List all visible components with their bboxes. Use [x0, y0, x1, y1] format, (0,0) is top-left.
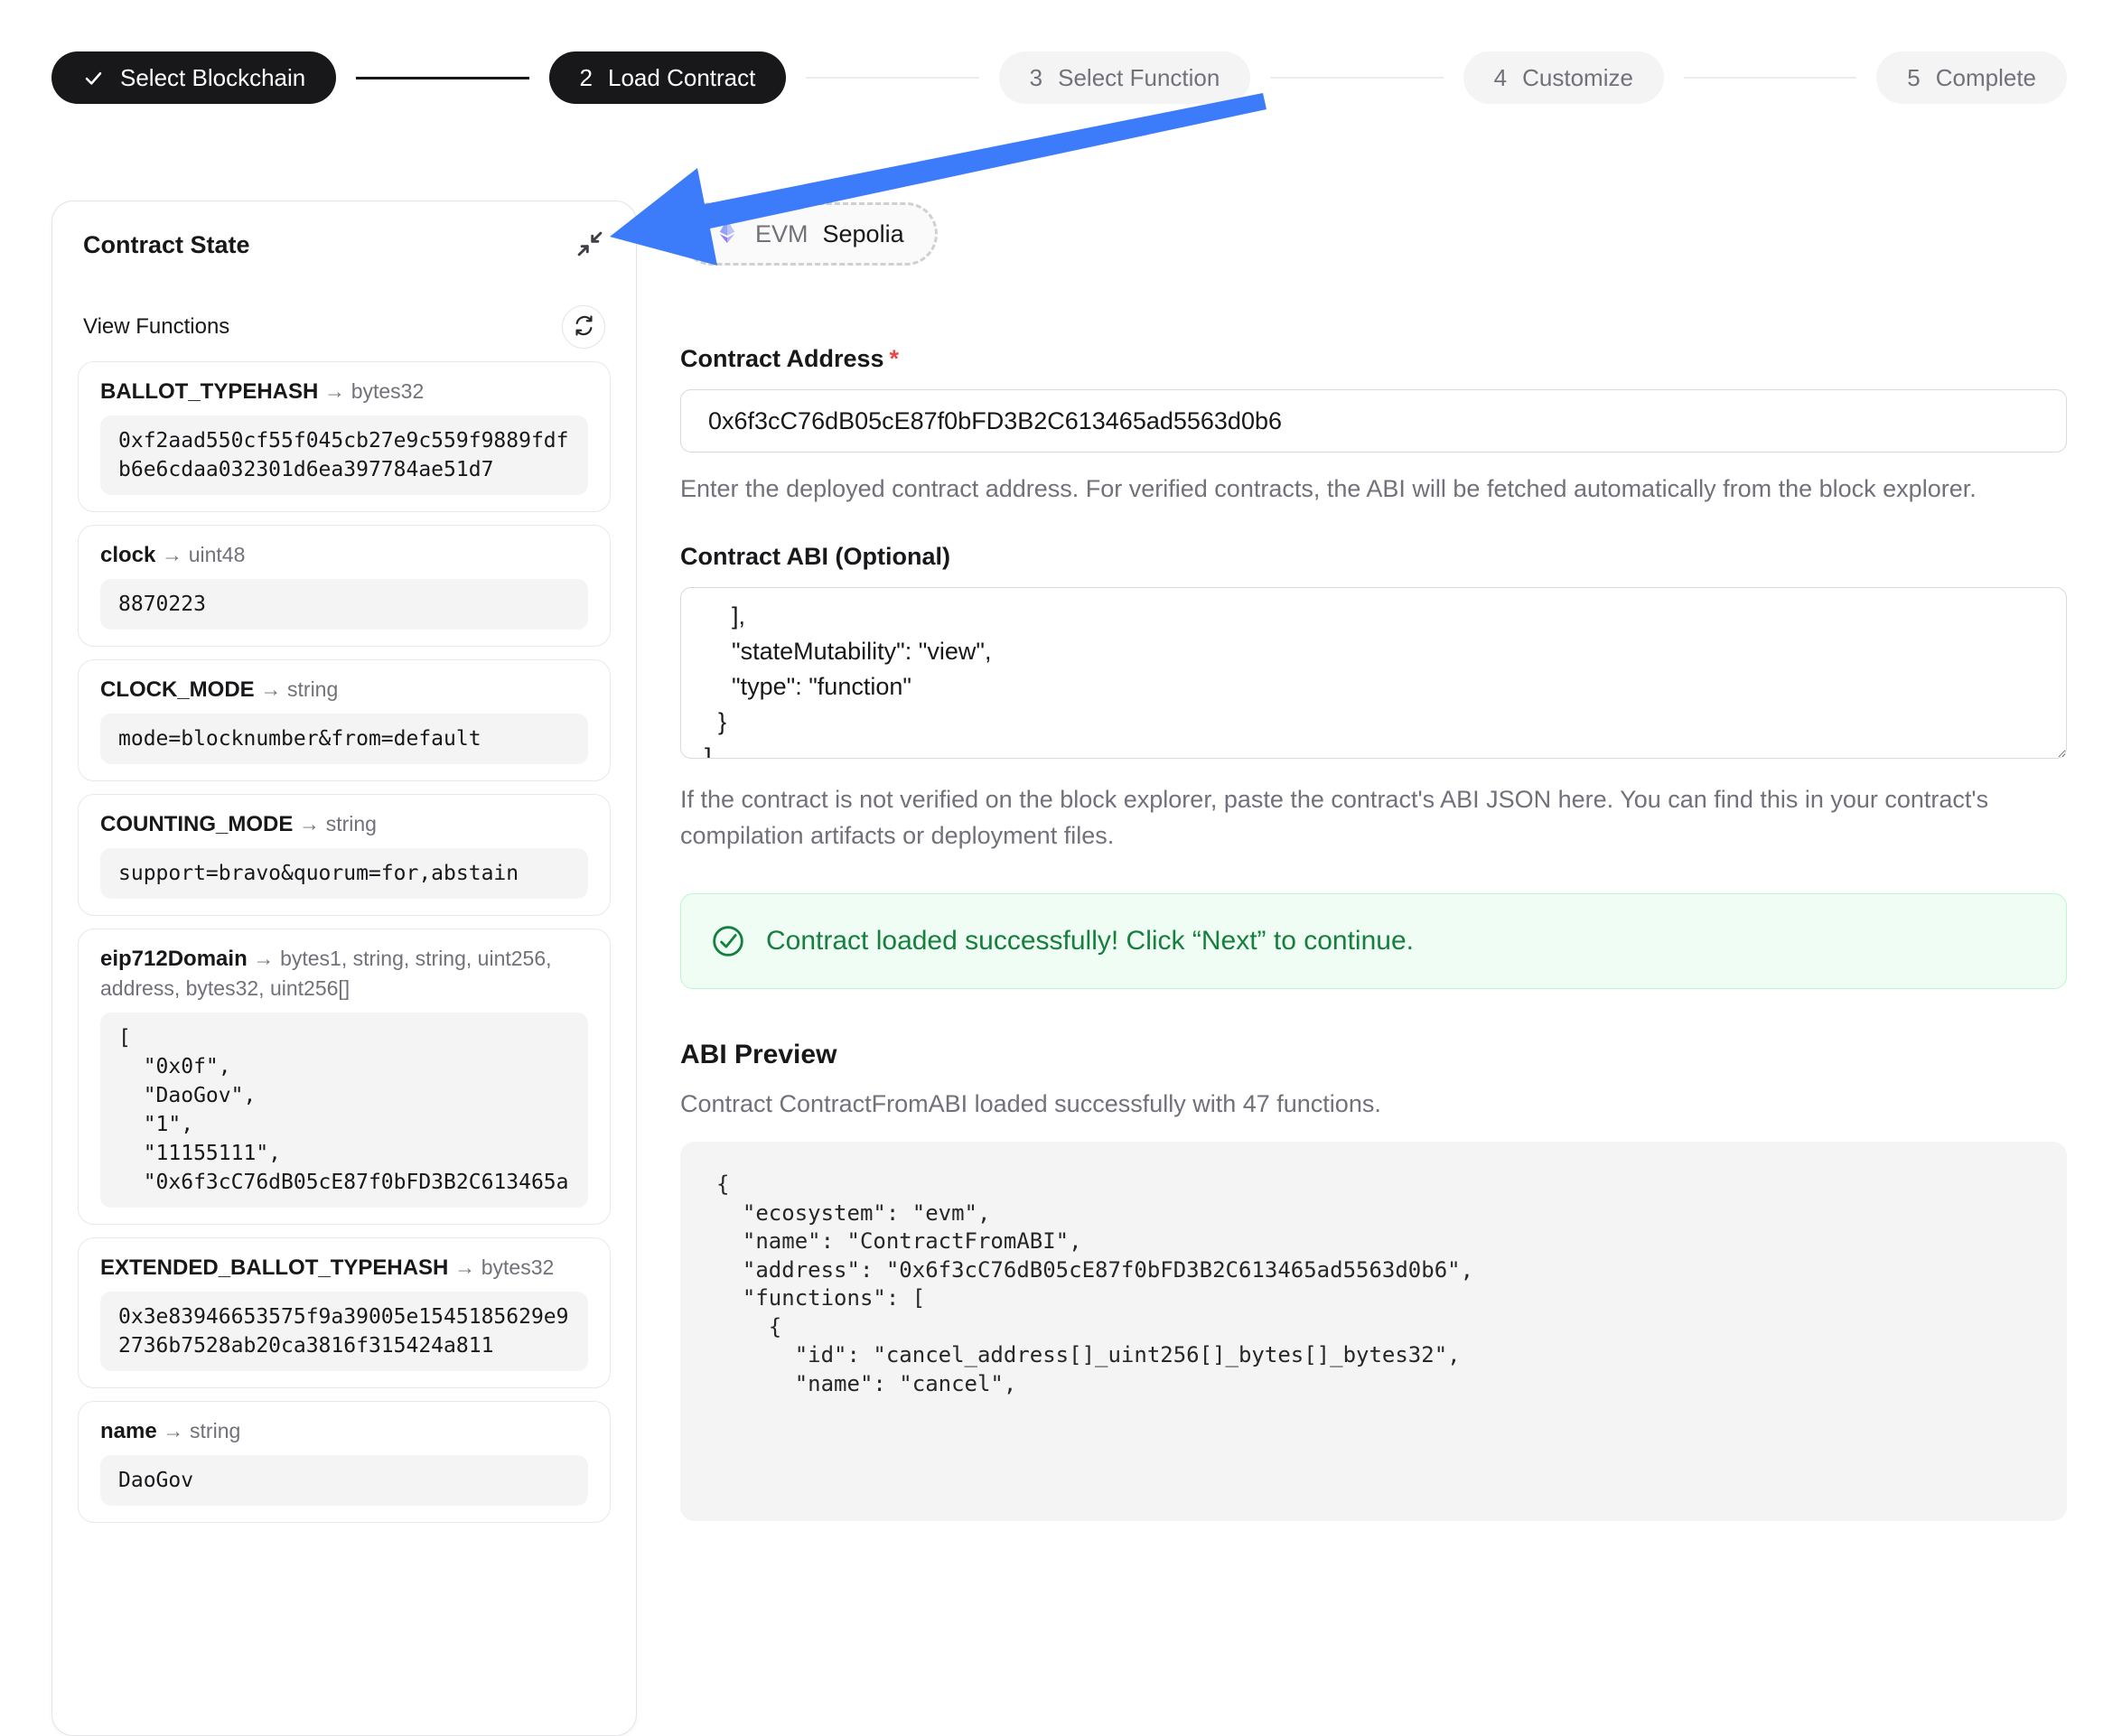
- step-number: 2: [580, 64, 593, 92]
- function-signature: CLOCK_MODE → string: [100, 675, 588, 705]
- step-label: Complete: [1936, 64, 2036, 92]
- function-return-type: string: [190, 1419, 240, 1442]
- wizard-stepper: Select Blockchain 2 Load Contract 3 Sele…: [51, 51, 2067, 104]
- returns-arrow: →: [454, 1255, 475, 1279]
- function-return-type: uint48: [189, 543, 246, 566]
- contract-address-input[interactable]: [680, 389, 2067, 453]
- step-label: Customize: [1522, 64, 1633, 92]
- abi-preview-code: { "ecosystem": "evm", "name": "ContractF…: [680, 1142, 2067, 1521]
- function-signature: name → string: [100, 1416, 588, 1446]
- function-card: COUNTING_MODE → string support=bravo&quo…: [78, 794, 611, 916]
- function-card: eip712Domain → bytes1, string, string, u…: [78, 929, 611, 1225]
- returns-arrow: →: [299, 812, 320, 835]
- step-connector: [356, 77, 528, 79]
- function-signature: EXTENDED_BALLOT_TYPEHASH → bytes32: [100, 1253, 588, 1283]
- function-name: COUNTING_MODE: [100, 812, 293, 836]
- abi-preview-subtitle: Contract ContractFromABI loaded successf…: [680, 1090, 2067, 1118]
- collapse-panel-button[interactable]: [575, 229, 605, 262]
- required-marker: *: [890, 345, 900, 372]
- step-pill[interactable]: 4 Customize: [1463, 51, 1664, 104]
- function-card: EXTENDED_BALLOT_TYPEHASH → bytes32 0x3e8…: [78, 1237, 611, 1388]
- step-connector: [1684, 77, 1856, 79]
- function-return-type: string: [326, 812, 377, 835]
- function-value: mode=blocknumber&from=default: [100, 714, 588, 764]
- check-icon: [82, 67, 105, 89]
- step-number: 5: [1907, 64, 1920, 92]
- refresh-functions-button[interactable]: [562, 305, 605, 349]
- function-card: BALLOT_TYPEHASH → bytes32 0xf2aad550cf55…: [78, 361, 611, 512]
- step-pill[interactable]: 2 Load Contract: [549, 51, 787, 104]
- step-label: Load Contract: [608, 64, 755, 92]
- returns-arrow: →: [163, 1419, 183, 1442]
- function-value: 0xf2aad550cf55f045cb27e9c559f9889fdfb6e6…: [100, 415, 588, 495]
- network-badge[interactable]: EVM Sepolia: [680, 202, 938, 266]
- function-card: clock → uint48 8870223: [78, 525, 611, 647]
- function-name: BALLOT_TYPEHASH: [100, 379, 318, 404]
- contract-address-label: Contract Address*: [680, 345, 2067, 373]
- function-value: 0x3e83946653575f9a39005e1545185629e92736…: [100, 1292, 588, 1371]
- function-signature: eip712Domain → bytes1, string, string, u…: [100, 944, 588, 1003]
- function-value: support=bravo&quorum=for,abstain: [100, 848, 588, 899]
- load-contract-form: EVM Sepolia Contract Address* Enter the …: [680, 201, 2067, 1521]
- success-alert: Contract loaded successfully! Click “Nex…: [680, 893, 2067, 989]
- step-pill[interactable]: 5 Complete: [1876, 51, 2067, 104]
- view-functions-label: View Functions: [83, 314, 229, 340]
- function-value: 8870223: [100, 579, 588, 630]
- badge-network: Sepolia: [823, 220, 904, 248]
- step-label: Select Blockchain: [120, 64, 305, 92]
- contract-state-panel: Contract State View Functions: [51, 201, 637, 1736]
- refresh-icon: [572, 313, 596, 341]
- returns-arrow: →: [253, 947, 274, 970]
- badge-ecosystem: EVM: [755, 220, 808, 248]
- ethereum-icon: [714, 218, 741, 251]
- abi-preview-title: ABI Preview: [680, 1040, 2067, 1070]
- success-message: Contract loaded successfully! Click “Nex…: [766, 926, 1414, 957]
- contract-abi-textarea[interactable]: ], "stateMutability": "view", "type": "f…: [680, 587, 2067, 759]
- check-circle-icon: [710, 923, 746, 959]
- returns-arrow: →: [324, 379, 345, 403]
- contract-abi-label: Contract ABI (Optional): [680, 543, 2067, 571]
- function-return-type: bytes32: [481, 1255, 555, 1279]
- panel-title: Contract State: [83, 231, 250, 259]
- function-signature: clock → uint48: [100, 540, 588, 570]
- function-signature: BALLOT_TYPEHASH → bytes32: [100, 377, 588, 406]
- function-card: CLOCK_MODE → string mode=blocknumber&fro…: [78, 659, 611, 781]
- function-signature: COUNTING_MODE → string: [100, 809, 588, 839]
- contract-abi-help: If the contract is not verified on the b…: [680, 781, 2067, 854]
- function-value: [ "0x0f", "DaoGov", "1", "11155111", "0x…: [100, 1013, 588, 1208]
- function-name: clock: [100, 543, 155, 567]
- function-return-type: bytes32: [351, 379, 425, 403]
- function-card: name → string DaoGov: [78, 1401, 611, 1523]
- function-value: DaoGov: [100, 1455, 588, 1506]
- step-connector: [1270, 77, 1443, 79]
- contract-address-help: Enter the deployed contract address. For…: [680, 471, 2067, 507]
- function-name: CLOCK_MODE: [100, 677, 255, 702]
- step-connector: [806, 77, 978, 79]
- function-name: eip712Domain: [100, 947, 248, 971]
- step-pill[interactable]: 3 Select Function: [999, 51, 1251, 104]
- step-label: Select Function: [1058, 64, 1220, 92]
- returns-arrow: →: [260, 677, 281, 701]
- step-pill[interactable]: Select Blockchain: [51, 51, 336, 104]
- function-name: name: [100, 1419, 157, 1443]
- step-number: 4: [1494, 64, 1507, 92]
- step-number: 3: [1030, 64, 1042, 92]
- function-return-type: string: [287, 677, 338, 701]
- collapse-arrows-icon: [575, 229, 605, 262]
- returns-arrow: →: [162, 543, 182, 566]
- function-name: EXTENDED_BALLOT_TYPEHASH: [100, 1255, 448, 1280]
